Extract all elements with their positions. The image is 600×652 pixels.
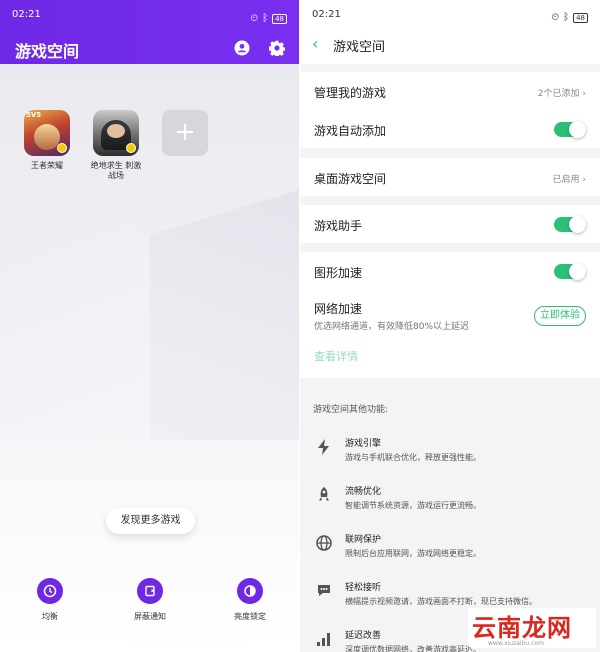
alarm-icon: ⏲: [250, 13, 259, 24]
desktop-space-value: 已启用 ›: [552, 175, 587, 185]
view-details-link[interactable]: 查看详情: [314, 348, 358, 364]
game-icon-pubg-mobile: [93, 110, 139, 156]
feature-desc: 深度调优数据网络，改善游戏高延迟。: [345, 645, 481, 652]
feature-name: 游戏引擎: [345, 439, 382, 449]
game-assistant-toggle[interactable]: [554, 216, 586, 233]
bluetooth-icon: ᛒ: [563, 12, 570, 23]
settings-header: ‹ 游戏空间: [300, 26, 600, 64]
network-desc: 优选网络通道，有效降低80%以上延迟: [314, 322, 470, 332]
mode-label: 均衡: [42, 612, 58, 621]
watermark-logo: 云南龙网: [472, 614, 572, 642]
manage-games-row[interactable]: 管理我的游戏 2个已添加 ›: [300, 72, 600, 110]
game-assistant-row: 游戏助手: [300, 205, 600, 243]
battery-icon: 48: [573, 12, 588, 23]
graphics-label: 图形加速: [314, 266, 363, 280]
battery-icon: 48: [272, 13, 287, 24]
settings-title: 游戏空间: [333, 40, 386, 55]
desktop-card: 桌面游戏空间 已启用 ›: [300, 158, 600, 196]
feature-smooth-optimization: 流畅优化 智能调节系统资源，游戏运行更流畅。: [300, 480, 600, 528]
block-notifications-label: 屏蔽通知: [134, 612, 166, 621]
game-item-honor-of-kings[interactable]: 5V5 王者荣耀: [21, 110, 73, 171]
clock-icon: [37, 578, 63, 604]
game-name: 王者荣耀: [31, 161, 63, 170]
status-bar: 02:21 ⏲ ᛒ 48: [300, 0, 600, 26]
game-space-home: 02:21 ⏲ ᛒ 48 游戏空间 5V5 王者荣耀 绝地求生 刺激战场 + 发…: [0, 0, 299, 652]
page-title: 游戏空间: [15, 42, 80, 61]
details-row: 查看详情: [300, 338, 600, 374]
block-notifications-button[interactable]: 屏蔽通知: [120, 578, 180, 622]
game-space-settings: 02:21 ⏲ ᛒ 48 ‹ 游戏空间 管理我的游戏 2个已添加 › 游戏自动添…: [300, 0, 600, 652]
feature-game-engine: 游戏引擎 游戏与手机联合优化，释放更强性能。: [300, 432, 600, 480]
desktop-space-row[interactable]: 桌面游戏空间 已启用 ›: [300, 158, 600, 196]
account-icon[interactable]: [234, 40, 250, 56]
game-name: 绝地求生 刺激战场: [90, 161, 142, 180]
settings-icon[interactable]: [269, 40, 285, 56]
manage-games-label: 管理我的游戏: [314, 86, 387, 100]
graphics-toggle[interactable]: [554, 263, 586, 280]
bluetooth-icon: ᛒ: [262, 13, 269, 24]
globe-icon: [316, 535, 332, 551]
status-time: 02:21: [12, 9, 41, 20]
signal-icon: [317, 633, 330, 646]
back-arrow-icon[interactable]: ‹: [312, 34, 318, 53]
watermark-url: www.xiuzaibu.com: [488, 640, 544, 647]
game-assistant-label: 游戏助手: [314, 219, 363, 233]
feature-desc: 游戏与手机联合优化，释放更强性能。: [345, 453, 481, 462]
other-features-title: 游戏空间其他功能:: [313, 405, 389, 415]
status-icons: ⏲ ᛒ 48: [551, 9, 588, 26]
feature-name: 轻松接听: [345, 583, 382, 593]
feature-desc: 横幅提示视频邀请，游戏画面不打断，现已支持微信。: [345, 597, 537, 606]
app-header: 02:21 ⏲ ᛒ 48 游戏空间: [0, 0, 299, 64]
feature-network-protection: 联网保护 限制后台应用联网，游戏网络更稳定。: [300, 528, 600, 576]
brightness-icon: [237, 578, 263, 604]
feature-desc: 智能调节系统资源，游戏运行更流畅。: [345, 501, 481, 510]
feature-name: 延迟改善: [345, 631, 382, 641]
alarm-icon: ⏲: [551, 12, 560, 23]
feature-name: 联网保护: [345, 535, 382, 545]
mode-balanced-button[interactable]: 均衡: [20, 578, 80, 622]
auto-add-toggle[interactable]: [554, 121, 586, 138]
manage-card: 管理我的游戏 2个已添加 › 游戏自动添加: [300, 72, 600, 148]
brightness-lock-label: 亮度锁定: [234, 612, 266, 621]
rocket-icon: [319, 487, 329, 501]
network-label: 网络加速: [314, 302, 363, 316]
game-badge: 5V5: [26, 111, 42, 119]
auto-add-row: 游戏自动添加: [300, 110, 600, 148]
status-bar: 02:21 ⏲ ᛒ 48: [0, 0, 299, 28]
graphics-row: 图形加速: [300, 252, 600, 290]
try-now-button[interactable]: 立即体验: [534, 306, 586, 326]
status-time: 02:21: [312, 9, 341, 20]
status-icons: ⏲ ᛒ 48: [250, 9, 287, 28]
feature-desc: 限制后台应用联网，游戏网络更稳定。: [345, 549, 481, 558]
feature-name: 流畅优化: [345, 487, 382, 497]
game-icon-honor-of-kings: 5V5: [24, 110, 70, 156]
auto-add-label: 游戏自动添加: [314, 124, 387, 138]
game-item-pubg-mobile[interactable]: 绝地求生 刺激战场: [90, 110, 142, 181]
notification-block-icon: [137, 578, 163, 604]
brightness-lock-button[interactable]: 亮度锁定: [220, 578, 280, 622]
discover-more-games-button[interactable]: 发现更多游戏: [106, 508, 195, 534]
chat-icon: [318, 585, 330, 596]
assistant-card: 游戏助手: [300, 205, 600, 243]
chevron-right-icon: ›: [582, 175, 586, 185]
bolt-icon: [318, 439, 329, 455]
manage-games-value: 2个已添加 ›: [537, 89, 586, 99]
desktop-space-label: 桌面游戏空间: [314, 172, 387, 186]
add-game-button[interactable]: +: [162, 110, 208, 156]
chevron-right-icon: ›: [582, 89, 586, 99]
